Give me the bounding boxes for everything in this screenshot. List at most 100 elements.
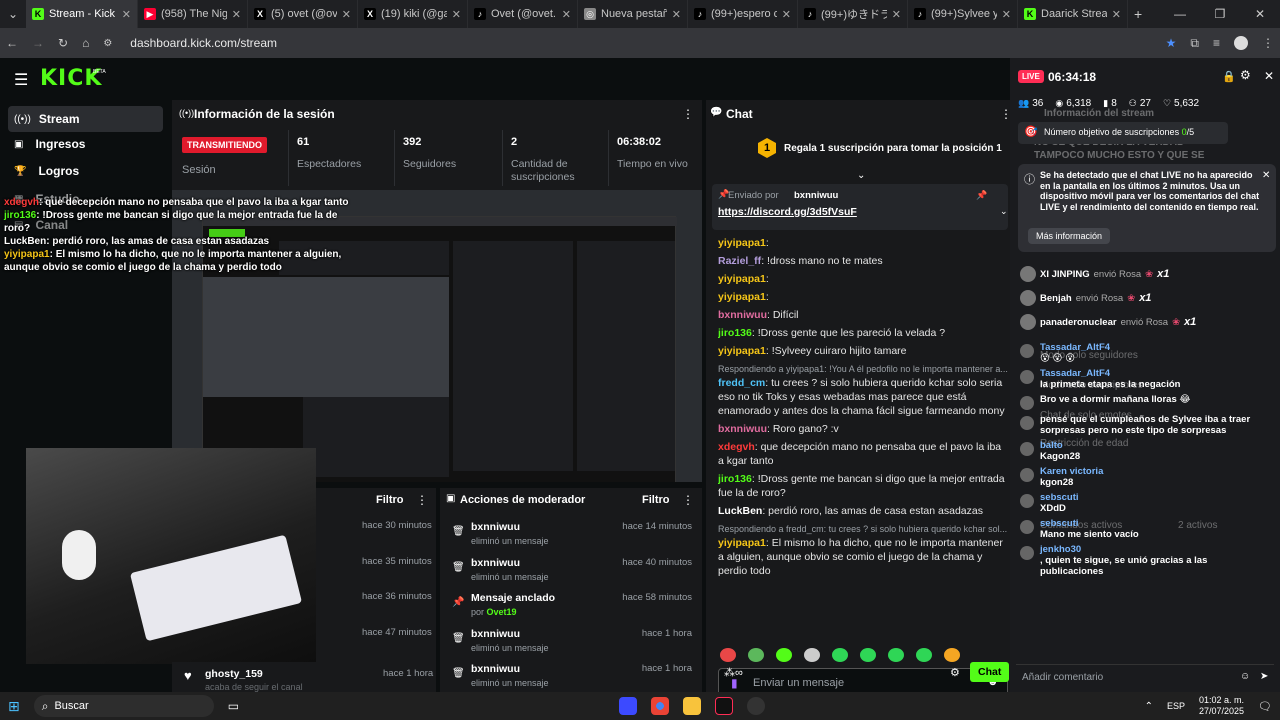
live-settings-icon[interactable]: ⚙ [1240, 68, 1251, 82]
bookmark-star-icon[interactable]: ★ [1166, 36, 1177, 50]
sidebar-item-stream[interactable]: ((•)) Stream [8, 106, 163, 132]
chat-message[interactable]: Respondiendo a yiyipapa1: !You A él pedo… [718, 360, 1008, 420]
minimize-button[interactable]: — [1160, 7, 1200, 21]
chrome-icon[interactable] [650, 697, 669, 715]
chat-message[interactable]: yiyipapa1: [718, 288, 1008, 306]
emoji-icon[interactable]: ☺ [1240, 671, 1250, 682]
sidebar-item-logros[interactable]: 🏆 Logros [14, 164, 79, 178]
browser-tab[interactable]: X (19) kiki (@gatos ✕ [358, 0, 468, 28]
chat-username[interactable]: Raziel_ff [718, 255, 761, 267]
chat-username[interactable]: jiro136 [718, 473, 752, 485]
site-info-icon[interactable]: ⚙ [103, 38, 112, 49]
chat-username[interactable]: bxnniwuu [718, 309, 767, 321]
chat-message[interactable]: bxnniwuu: Roro gano? :v [718, 420, 1008, 438]
live-close-icon[interactable]: ✕ [1264, 69, 1274, 83]
mod-filter-button[interactable]: Filtro [642, 494, 670, 506]
comment-input[interactable]: Añadir comentario ☺ ➤ [1016, 664, 1274, 686]
browser-tab[interactable]: ♪ Ovet (@ovet. ✕ [468, 0, 578, 28]
menu-icon[interactable]: ⋮ [1262, 36, 1274, 50]
unpin-icon[interactable]: 📌 [976, 190, 987, 201]
obs-icon[interactable] [746, 697, 765, 715]
chat-message[interactable]: jiro136: !Dross gente que les pareció la… [718, 324, 1008, 342]
chat-message[interactable]: yiyipapa1: !Sylveey cuiraro hijito tamar… [718, 342, 1008, 360]
chat-message[interactable]: Respondiendo a fredd_cm: tu crees ? si s… [718, 520, 1008, 580]
alert-close-icon[interactable]: ✕ [1262, 170, 1270, 181]
forward-icon[interactable]: → [32, 36, 44, 50]
new-tab-button[interactable]: + [1134, 6, 1142, 22]
chat-message[interactable]: xdegvh: que decepción mano no pensaba qu… [718, 438, 1008, 470]
windows-start-icon[interactable]: ⊞ [8, 698, 20, 715]
chat-username[interactable]: yiyipapa1 [718, 237, 766, 249]
browser-tab[interactable]: ♪ (99+)espero cree ✕ [688, 0, 798, 28]
media-icon[interactable]: ≡ [1213, 36, 1220, 50]
tab-close-icon[interactable]: ✕ [562, 8, 571, 21]
chat-message[interactable]: Raziel_ff: !dross mano no te mates [718, 252, 1008, 270]
browser-tab[interactable]: ◎ Nueva pestaña ✕ [578, 0, 688, 28]
tab-close-icon[interactable]: ✕ [892, 8, 901, 21]
reload-icon[interactable]: ↻ [58, 36, 68, 50]
more-info-button[interactable]: Más información [1028, 228, 1111, 244]
back-icon[interactable]: ← [6, 36, 18, 50]
app-icon[interactable] [618, 697, 637, 715]
hamburger-menu-icon[interactable]: ☰ [14, 70, 28, 90]
chat-message[interactable]: yiyipapa1: [718, 234, 1008, 252]
chat-username[interactable]: yiyipapa1 [718, 291, 766, 303]
browser-tab[interactable]: ▶ (958) The Nig ✕ [138, 0, 248, 28]
tab-close-icon[interactable]: ✕ [122, 8, 131, 21]
chat-username[interactable]: fredd_cm [718, 377, 765, 389]
tab-close-icon[interactable]: ✕ [452, 8, 461, 21]
chat-username[interactable]: bxnniwuu [718, 423, 767, 435]
tray-chevron-icon[interactable]: ⌃ [1145, 701, 1153, 712]
activity-menu-icon[interactable]: ⋮ [416, 493, 428, 507]
chat-username[interactable]: xdegvh [718, 441, 755, 453]
tab-close-icon[interactable]: ✕ [1112, 8, 1121, 21]
chat-send-button[interactable]: Chat [970, 662, 1010, 682]
address-bar[interactable]: dashboard.kick.com/stream [130, 36, 1151, 50]
chat-message[interactable]: bxnniwuu: Difícil [718, 306, 1008, 324]
pinned-link[interactable]: https://discord.gg/3d5fVsuF [718, 206, 857, 218]
tab-list-chevron-icon[interactable]: ⌄ [0, 7, 26, 21]
chat-username[interactable]: LuckBen [718, 505, 762, 517]
browser-tab[interactable]: K Daarick Stream - ✕ [1018, 0, 1128, 28]
gift-leaderboard-text[interactable]: Regala 1 suscripción para tomar la posic… [784, 143, 1002, 154]
chat-message[interactable]: jiro136: !Dross gente me bancan si digo … [718, 470, 1008, 502]
chat-username[interactable]: jiro136 [718, 327, 752, 339]
pinned-expand-icon[interactable]: ⌄ [1000, 206, 1008, 217]
chat-username[interactable]: yiyipapa1 [718, 273, 766, 285]
tab-close-icon[interactable]: ✕ [232, 8, 241, 21]
tab-close-icon[interactable]: ✕ [672, 8, 681, 21]
browser-tab[interactable]: ♪ (99+)Sylvee y Da ✕ [908, 0, 1018, 28]
session-menu-icon[interactable]: ⋮ [682, 107, 694, 121]
chat-message[interactable]: LuckBen: perdió roro, las amas de casa e… [718, 502, 1008, 520]
chat-username[interactable]: yiyipapa1 [718, 537, 766, 549]
tab-close-icon[interactable]: ✕ [782, 8, 791, 21]
clock[interactable]: 01:02 a. m. 27/07/2025 [1199, 695, 1244, 717]
activity-filter-button[interactable]: Filtro [376, 494, 404, 506]
send-icon[interactable]: ➤ [1260, 671, 1268, 682]
browser-tab[interactable]: X (5) ovet (@ovet_1 ✕ [248, 0, 358, 28]
close-window-button[interactable]: ✕ [1240, 7, 1280, 21]
extensions-icon[interactable]: ⧉ [1190, 36, 1199, 51]
chat-tools-icon[interactable]: ⁂∞ [724, 666, 743, 679]
search-box[interactable]: ⌕ Buscar [33, 695, 214, 717]
profile-avatar[interactable] [1234, 36, 1248, 50]
tiktok-icon[interactable] [714, 697, 733, 715]
tab-close-icon[interactable]: ✕ [1002, 8, 1011, 21]
chat-settings-icon[interactable]: ⚙ [950, 666, 960, 679]
browser-tab[interactable]: ♪ (99+)ゆきドラマ ✕ [798, 0, 908, 28]
chat-username[interactable]: yiyipapa1 [718, 345, 766, 357]
home-icon[interactable]: ⌂ [82, 36, 89, 50]
tab-close-icon[interactable]: ✕ [342, 8, 351, 21]
mod-action-row: 🗑 bxnniwuu eliminó un mensaje hace 1 hora [440, 660, 702, 692]
browser-tab[interactable]: K Stream - Kick Da ✕ [26, 0, 138, 28]
chat-message[interactable]: yiyipapa1: [718, 270, 1008, 288]
language-indicator[interactable]: ESP [1167, 701, 1185, 711]
mod-menu-icon[interactable]: ⋮ [682, 493, 694, 507]
explorer-icon[interactable] [682, 697, 701, 715]
task-view-icon[interactable]: ▭ [228, 699, 239, 713]
lock-icon[interactable]: 🔒 [1222, 70, 1236, 83]
notification-icon[interactable]: 🗨 [1258, 700, 1272, 713]
pinned-toggle-icon[interactable]: ⌄ [857, 170, 865, 181]
maximize-button[interactable]: ❐ [1200, 7, 1240, 21]
sidebar-item-ingresos[interactable]: ▣ Ingresos [14, 137, 85, 151]
